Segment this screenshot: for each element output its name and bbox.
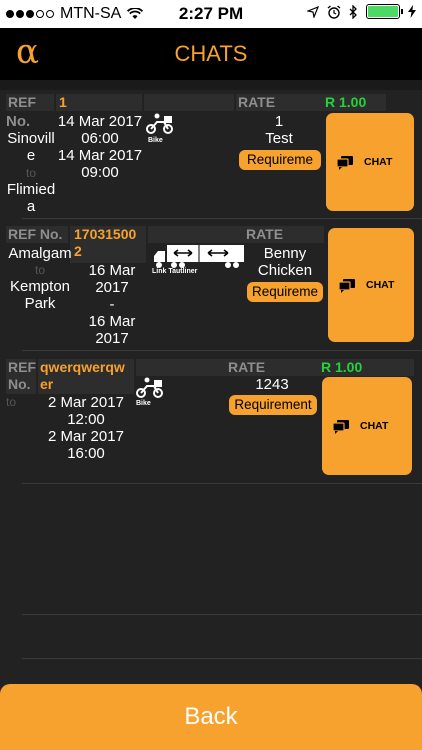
- chat-button-label: CHAT: [364, 156, 393, 168]
- pickup-time: 12:00: [67, 411, 105, 428]
- to-label: to: [25, 166, 36, 180]
- chat-card[interactable]: REF No. qwerqwerqw er RATE R 1.00 to 2 Ma…: [0, 355, 422, 485]
- rate-label: RATE: [236, 94, 322, 111]
- rate-value: R 1.00: [322, 94, 386, 111]
- chat-bubbles-icon: [332, 420, 349, 434]
- pickup-time: 06:00: [81, 130, 119, 147]
- status-bar: MTN-SA 2:27 PM: [0, 0, 422, 28]
- vehicle-label: Bike: [136, 400, 151, 407]
- back-button[interactable]: Back: [0, 684, 422, 750]
- bluetooth-icon: [349, 4, 357, 19]
- vehicle-header: [136, 359, 226, 376]
- page-title: CHATS: [174, 41, 248, 66]
- card-divider: [22, 350, 422, 351]
- ref-label: REF: [6, 94, 54, 111]
- rate-value: R 1.00: [318, 359, 414, 376]
- origin-location: Sinovill e: [7, 130, 55, 164]
- battery-icon: [366, 4, 403, 19]
- card-divider: [22, 483, 422, 484]
- destination-location: Flimied a: [6, 181, 56, 215]
- requirement-button[interactable]: Requireme: [239, 150, 321, 170]
- ref-value: 1: [56, 94, 142, 111]
- bike-icon: [146, 113, 173, 134]
- pickup-date: 14 Mar 2017: [57, 113, 143, 130]
- load-description: 1 Test: [265, 113, 293, 147]
- chat-bubbles-icon: [336, 156, 353, 170]
- date-range: 16 Mar 2017 - 16 Mar 2017: [88, 262, 136, 347]
- load-description: 1243: [255, 376, 289, 393]
- vehicle-label: Link Tautliner: [152, 268, 198, 275]
- alarm-clock-icon: [327, 4, 341, 19]
- origin-location: Amalgam: [8, 245, 72, 262]
- truck-icon: [154, 245, 244, 268]
- to-label: to: [6, 395, 17, 409]
- pickup-date: 2 Mar 2017: [48, 394, 124, 411]
- destination-location: Kempton Park: [9, 278, 71, 312]
- delivery-date: 2 Mar 2017: [48, 428, 124, 445]
- ref-label: REF No.: [6, 359, 36, 394]
- list-divider: [22, 614, 422, 615]
- delivery-date: 14 Mar 2017: [57, 147, 143, 164]
- chat-button-label: CHAT: [360, 420, 389, 432]
- delivery-time: 16:00: [67, 445, 105, 462]
- charging-icon: [408, 5, 416, 18]
- ref-value: 17031500 2: [70, 226, 146, 263]
- chat-card[interactable]: REF No. 17031500 2 RATE Amalgam to Kempt…: [0, 222, 422, 352]
- rate-label: RATE: [226, 359, 318, 376]
- ref-value: qwerqwerqw er: [38, 359, 134, 394]
- vehicle-label: Bike: [148, 137, 163, 144]
- ref-no-label: No.: [6, 113, 31, 130]
- chat-bubbles-icon: [338, 279, 355, 293]
- vehicle-header: [144, 94, 234, 111]
- chat-button[interactable]: CHAT: [328, 228, 414, 342]
- requirement-button[interactable]: Requireme: [247, 282, 323, 302]
- vehicle-header: [148, 226, 244, 243]
- ref-label: REF No.: [6, 226, 68, 243]
- chat-button[interactable]: CHAT: [326, 113, 414, 211]
- list-divider: [22, 658, 422, 659]
- chat-button-label: CHAT: [366, 279, 395, 291]
- nav-divider: [0, 80, 422, 90]
- chat-button[interactable]: CHAT: [322, 377, 412, 475]
- rate-label: RATE: [244, 226, 324, 243]
- card-divider: [22, 218, 422, 219]
- load-description: Benny Chicken: [257, 245, 313, 279]
- location-arrow-icon: [307, 5, 319, 18]
- chat-card[interactable]: REF No. 1 RATE R 1.00 Sinovill e to Flim…: [0, 92, 422, 220]
- bike-icon: [136, 377, 163, 398]
- navigation-bar: α CHATS: [0, 28, 422, 80]
- to-label: to: [34, 263, 45, 277]
- requirement-button[interactable]: Requirement: [229, 395, 317, 415]
- delivery-time: 09:00: [81, 164, 119, 181]
